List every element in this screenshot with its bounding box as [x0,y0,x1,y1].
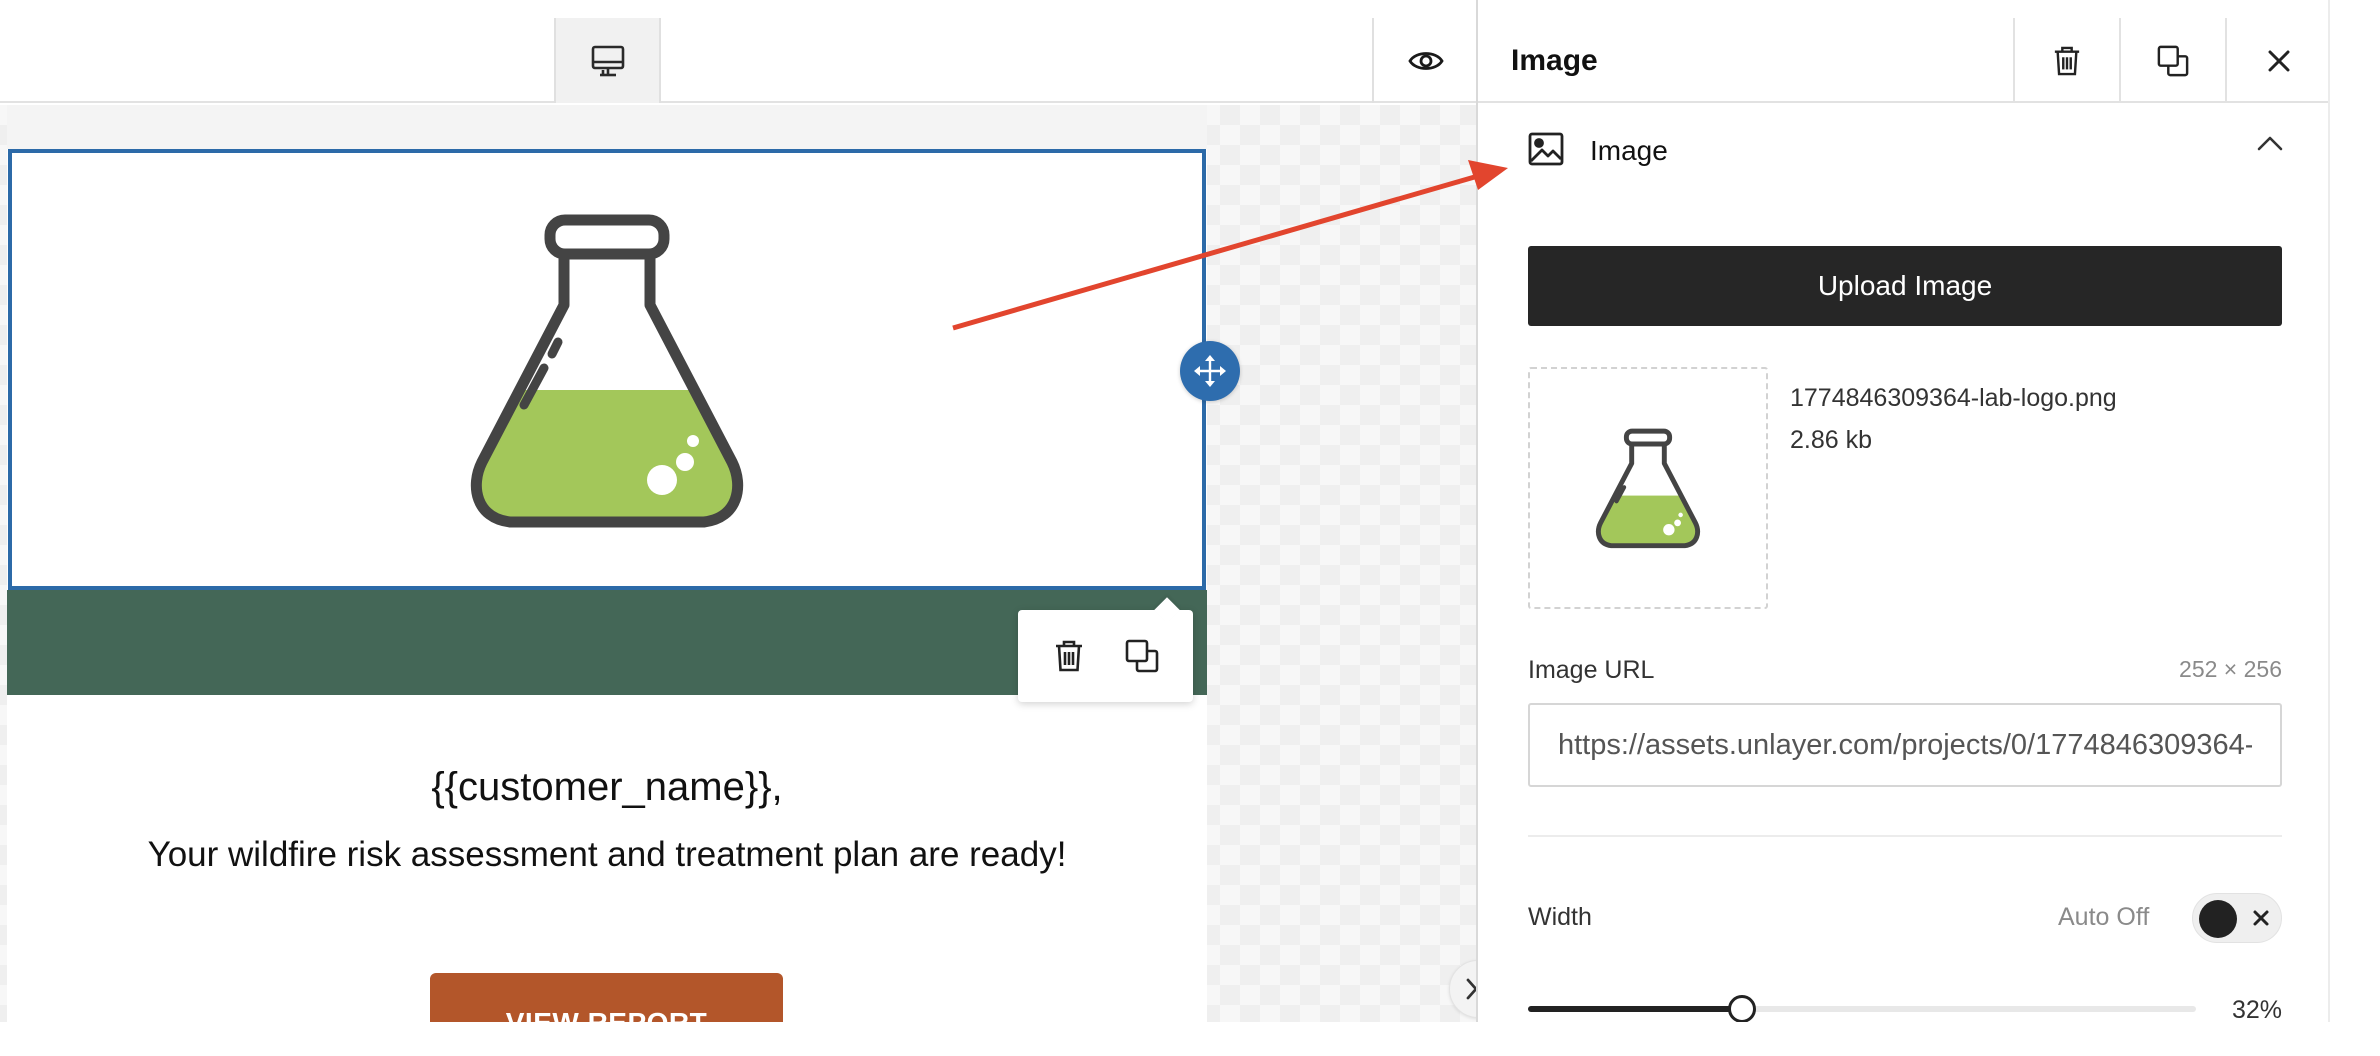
preview-button[interactable] [1372,18,1477,103]
upload-image-button[interactable]: Upload Image [1528,246,2282,326]
block-actions [1018,610,1193,702]
desktop-icon [591,45,624,76]
flask-thumbnail [1596,428,1700,549]
email-body: {{customer_name}}, Your wildfire risk as… [7,105,1207,1056]
trash-icon [2054,46,2080,75]
chevron-up-icon[interactable] [2256,134,2284,152]
file-name: 1774846309364-lab-logo.png [1790,384,2117,412]
image-url-input[interactable] [1528,703,2282,787]
toggle-knob [2199,900,2237,938]
width-value: 32% [2231,996,2282,1024]
width-slider[interactable] [1528,995,2196,1023]
section-title: Image [1590,135,1668,166]
panel-close-button[interactable] [2225,18,2331,103]
duplicate-icon [1125,639,1159,673]
panel-title: Image [1511,44,1598,77]
greeting-text[interactable]: {{customer_name}}, [7,765,1207,810]
canvas-toolbar [0,0,1477,103]
panel-duplicate-button[interactable] [2119,18,2225,103]
image-url-label: Image URL [1528,656,1655,684]
subtitle-text[interactable]: Your wildfire risk assessment and treatm… [7,835,1207,875]
slider-fill [1528,1006,1742,1012]
image-icon [1528,132,1564,166]
trash-icon [1055,640,1082,672]
eye-icon [1407,51,1444,70]
panel-header: Image [1478,18,2330,103]
panel-delete-button[interactable] [2013,18,2119,103]
block-delete-button[interactable] [1041,628,1097,684]
section-divider [1528,835,2282,837]
image-thumbnail[interactable] [1528,367,1768,609]
image-dimensions: 252 × 256 [2179,656,2282,682]
email-top-spacing [7,105,1207,149]
duplicate-icon [2157,45,2189,76]
slider-thumb[interactable] [1728,995,1756,1023]
panel-edge [2328,0,2380,1056]
auto-width-toggle[interactable] [2192,893,2282,943]
viewport-bottom [0,1022,2380,1056]
desktop-view-button[interactable] [554,18,661,103]
move-handle[interactable] [1180,341,1240,401]
editor-canvas: {{customer_name}}, Your wildfire risk as… [0,105,1507,1056]
file-size: 2.86 kb [1790,426,1873,454]
width-label: Width [1528,903,1592,931]
image-section-header[interactable]: Image [1478,120,2330,180]
close-icon [2268,50,2290,71]
properties-panel: Image Image Upload Image 1774846309364-l… [1476,0,2330,1056]
selected-image-block[interactable] [8,149,1206,590]
move-arrows-icon [1194,355,1226,387]
block-duplicate-button[interactable] [1114,628,1170,684]
auto-width-label: Auto Off [2058,903,2150,931]
close-icon [2253,910,2269,926]
flask-logo [470,214,744,527]
